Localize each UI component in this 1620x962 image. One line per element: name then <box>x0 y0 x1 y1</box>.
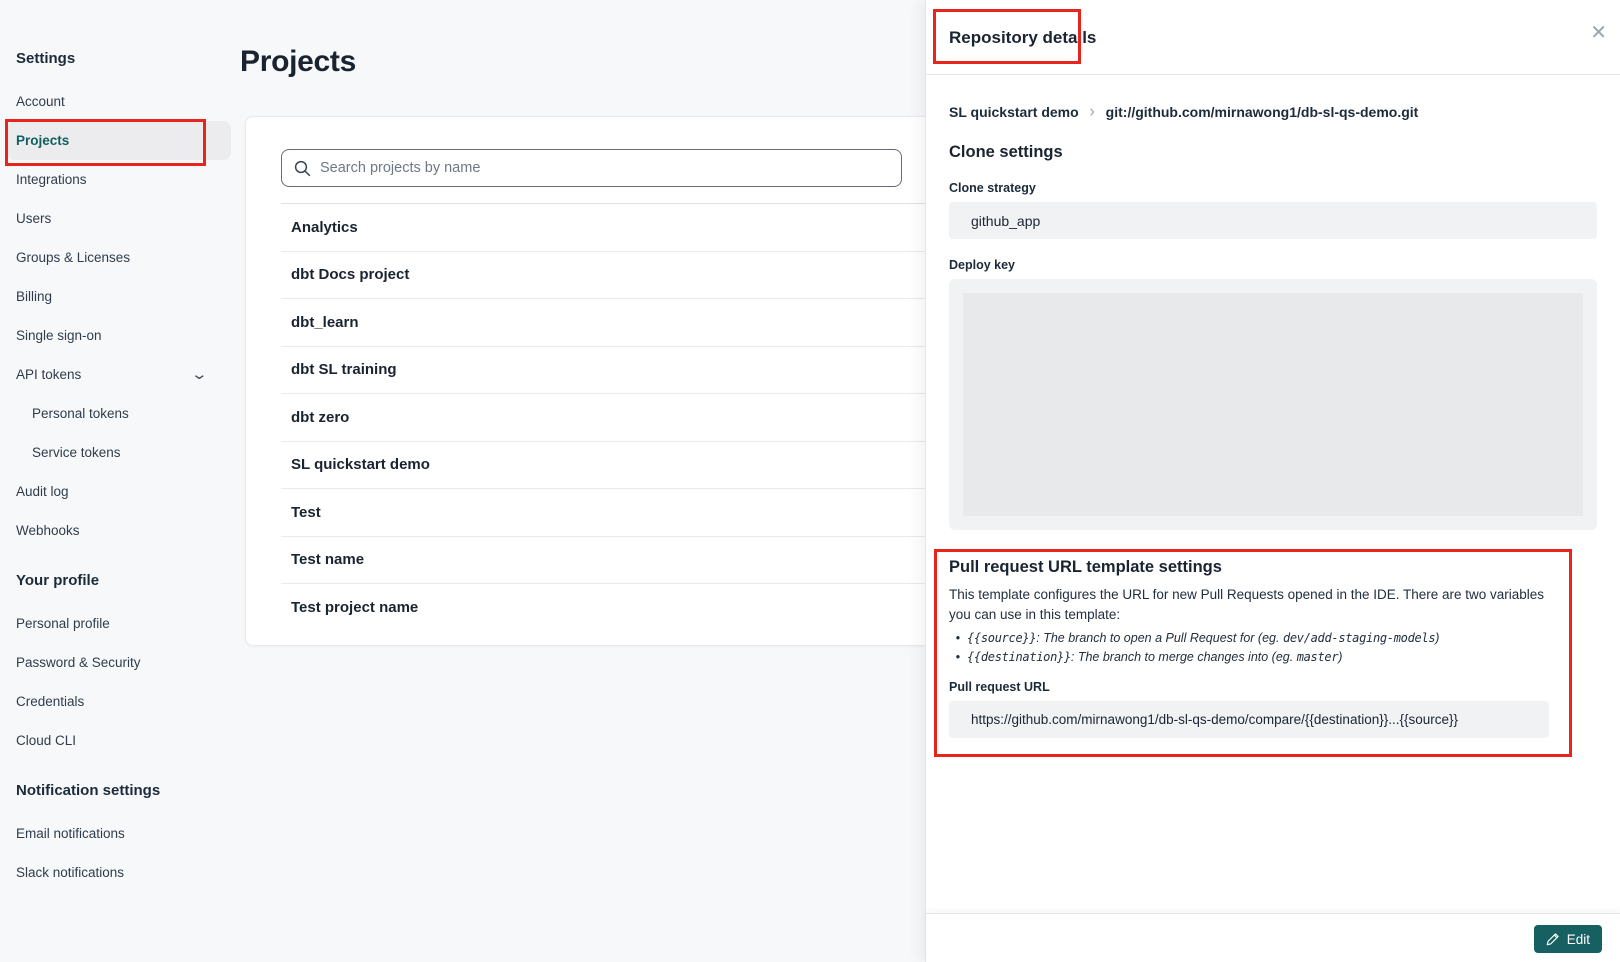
search-box <box>281 149 902 187</box>
pull-request-url-field: https://github.com/mirnawong1/db-sl-qs-d… <box>949 701 1549 738</box>
bullet-description: : The branch to merge changes into (eg. <box>1071 650 1297 664</box>
sidebar-item-personal-profile[interactable]: Personal profile <box>16 604 228 643</box>
sidebar-item-cloud-cli[interactable]: Cloud CLI <box>16 721 228 760</box>
sidebar-item-label: API tokens <box>16 367 81 382</box>
sidebar-item-billing[interactable]: Billing <box>16 277 228 316</box>
repository-details-drawer: Repository details ✕ SL quickstart demo … <box>925 0 1620 962</box>
sidebar-item-projects[interactable]: Projects <box>7 121 231 160</box>
sidebar-item-webhooks[interactable]: Webhooks <box>16 511 228 550</box>
bullet-text: {{destination}}: The branch to merge cha… <box>967 649 1342 665</box>
search-icon <box>294 160 311 177</box>
destination-variable: {{destination}} <box>967 650 1071 664</box>
bullet-suffix: ) <box>1338 650 1342 664</box>
sidebar-item-service-tokens[interactable]: Service tokens <box>16 433 228 472</box>
clone-strategy-label: Clone strategy <box>949 181 1597 195</box>
edit-button[interactable]: Edit <box>1534 925 1602 953</box>
bullet-dot: • <box>949 630 967 646</box>
pull-request-url-label: Pull request URL <box>949 680 1549 694</box>
annotation-box-pr-template-section: Pull request URL template settings This … <box>934 549 1572 757</box>
clone-settings-heading: Clone settings <box>949 143 1597 162</box>
source-example-code: dev/add-staging-models <box>1283 631 1435 645</box>
sidebar-item-credentials[interactable]: Credentials <box>16 682 228 721</box>
chevron-down-icon: ⌄ <box>191 371 209 379</box>
pencil-icon <box>1546 932 1560 946</box>
pr-template-heading: Pull request URL template settings <box>949 558 1549 577</box>
pr-template-description: This template configures the URL for new… <box>949 585 1549 625</box>
edit-button-label: Edit <box>1567 932 1590 947</box>
sidebar-item-api-tokens[interactable]: API tokens ⌄ <box>16 355 228 394</box>
clone-strategy-field: github_app <box>949 202 1597 239</box>
drawer-body: SL quickstart demo › git://github.com/mi… <box>926 103 1620 757</box>
deploy-key-label: Deploy key <box>949 258 1597 272</box>
bullet-suffix: ) <box>1435 631 1439 645</box>
sidebar-heading-your-profile: Your profile <box>16 572 228 589</box>
destination-example-code: master <box>1297 650 1339 664</box>
deploy-key-field <box>949 279 1597 530</box>
bullet-text: {{source}}: The branch to open a Pull Re… <box>967 630 1439 646</box>
breadcrumb: SL quickstart demo › git://github.com/mi… <box>949 103 1597 120</box>
bullet-source: • {{source}}: The branch to open a Pull … <box>949 630 1549 646</box>
deploy-key-redacted-value <box>963 293 1583 516</box>
sidebar-item-users[interactable]: Users <box>16 199 228 238</box>
settings-sidebar: Settings Account Projects Integrations U… <box>0 0 240 962</box>
sidebar-item-integrations[interactable]: Integrations <box>16 160 228 199</box>
chevron-right-icon: › <box>1090 102 1095 122</box>
drawer-footer: Edit <box>926 913 1620 962</box>
sidebar-item-password-security[interactable]: Password & Security <box>16 643 228 682</box>
sidebar-item-single-sign-on[interactable]: Single sign-on <box>16 316 228 355</box>
sidebar-item-email-notifications[interactable]: Email notifications <box>16 814 228 853</box>
bullet-description: : The branch to open a Pull Request for … <box>1036 631 1283 645</box>
breadcrumb-project-name: SL quickstart demo <box>949 104 1079 120</box>
breadcrumb-repo-url: git://github.com/mirnawong1/db-sl-qs-dem… <box>1106 104 1419 120</box>
source-variable: {{source}} <box>967 631 1036 645</box>
sidebar-item-personal-tokens[interactable]: Personal tokens <box>16 394 228 433</box>
sidebar-item-audit-log[interactable]: Audit log <box>16 472 228 511</box>
sidebar-item-slack-notifications[interactable]: Slack notifications <box>16 853 228 892</box>
drawer-title: Repository details <box>949 28 1096 48</box>
sidebar-heading-settings: Settings <box>16 50 228 67</box>
close-icon[interactable]: ✕ <box>1590 22 1607 44</box>
drawer-header: Repository details ✕ <box>926 0 1620 75</box>
bullet-destination: • {{destination}}: The branch to merge c… <box>949 649 1549 665</box>
sidebar-item-groups-licenses[interactable]: Groups & Licenses <box>16 238 228 277</box>
search-input[interactable] <box>320 160 889 176</box>
bullet-dot: • <box>949 649 967 665</box>
pr-template-bullet-list: • {{source}}: The branch to open a Pull … <box>949 630 1549 665</box>
sidebar-heading-notification-settings: Notification settings <box>16 782 228 799</box>
sidebar-item-account[interactable]: Account <box>16 82 228 121</box>
